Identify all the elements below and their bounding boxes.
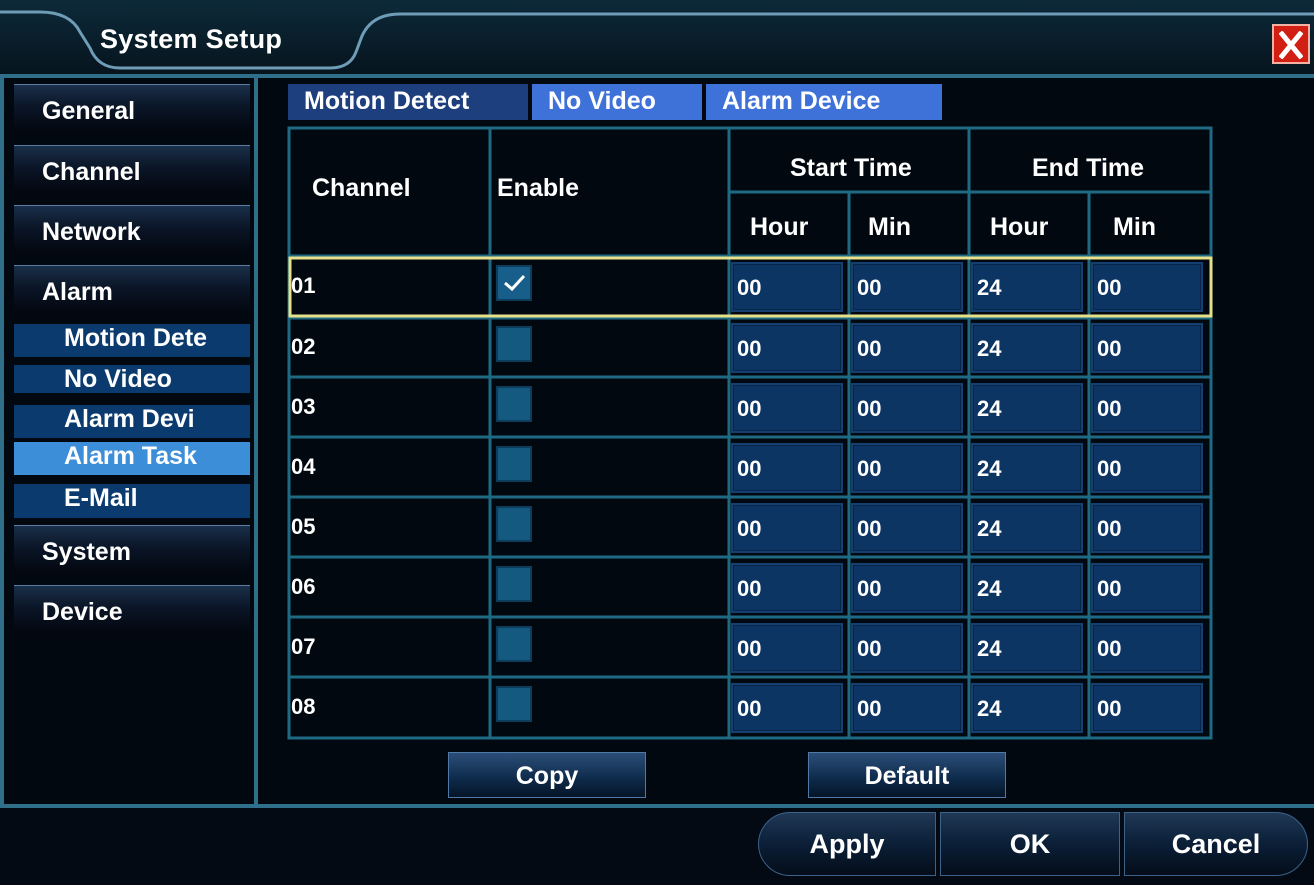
time-input-end-min[interactable]: 00 — [1091, 683, 1203, 733]
cancel-button-label: Cancel — [1171, 829, 1261, 859]
time-input-end-min[interactable]: 00 — [1091, 443, 1203, 493]
time-input-end-min[interactable]: 00 — [1091, 262, 1203, 312]
header-start-time: Start Time — [790, 154, 912, 182]
ok-button-label: OK — [1009, 829, 1051, 859]
row-channel-label: 07 — [291, 634, 316, 659]
time-input-start-hour[interactable]: 00 — [731, 323, 843, 373]
time-input-start-min[interactable]: 00 — [851, 563, 963, 613]
copy-button-label: Copy — [515, 762, 579, 790]
enable-checkbox[interactable] — [496, 386, 532, 422]
row-channel-label: 08 — [291, 694, 316, 719]
checkmark-icon — [504, 274, 526, 292]
default-button[interactable]: Default — [808, 752, 1006, 798]
time-input-start-min[interactable]: 00 — [851, 443, 963, 493]
system-setup-window: System Setup General Channel Network Ala… — [0, 0, 1314, 885]
time-input-start-min[interactable]: 00 — [851, 323, 963, 373]
header-end-time: End Time — [1032, 154, 1145, 182]
enable-checkbox[interactable] — [496, 326, 532, 362]
time-input-start-min[interactable]: 00 — [851, 262, 963, 312]
apply-button[interactable]: Apply — [758, 812, 936, 876]
time-input-end-min[interactable]: 00 — [1091, 563, 1203, 613]
apply-button-label: Apply — [809, 829, 885, 859]
time-input-end-min[interactable]: 00 — [1091, 323, 1203, 373]
header-channel: Channel — [312, 174, 411, 202]
time-input-end-min[interactable]: 00 — [1091, 383, 1203, 433]
time-input-end-hour[interactable]: 24 — [971, 383, 1083, 433]
copy-button[interactable]: Copy — [448, 752, 646, 798]
row-channel-label: 03 — [291, 394, 316, 419]
header-enable: Enable — [497, 174, 579, 202]
time-input-end-hour[interactable]: 24 — [971, 623, 1083, 673]
time-input-end-hour[interactable]: 24 — [971, 323, 1083, 373]
header-end-hour: Hour — [990, 213, 1049, 241]
header-end-min: Min — [1113, 213, 1157, 241]
time-input-start-hour[interactable]: 00 — [731, 262, 843, 312]
default-button-label: Default — [864, 762, 950, 790]
header-start-min: Min — [868, 213, 912, 241]
time-input-start-min[interactable]: 00 — [851, 383, 963, 433]
enable-checkbox[interactable] — [496, 506, 532, 542]
time-input-end-hour[interactable]: 24 — [971, 443, 1083, 493]
time-input-end-min[interactable]: 00 — [1091, 503, 1203, 553]
row-channel-label: 02 — [291, 334, 316, 359]
time-input-end-hour[interactable]: 24 — [971, 262, 1083, 312]
row-channel-label: 04 — [291, 454, 316, 479]
row-channel-label: 01 — [291, 273, 316, 298]
row-channel-label: 06 — [291, 574, 316, 599]
time-input-end-hour[interactable]: 24 — [971, 563, 1083, 613]
enable-checkbox[interactable] — [496, 566, 532, 602]
time-input-end-min[interactable]: 00 — [1091, 623, 1203, 673]
enable-checkbox[interactable] — [496, 446, 532, 482]
time-input-start-hour[interactable]: 00 — [731, 443, 843, 493]
enable-checkbox[interactable] — [496, 265, 532, 301]
time-input-start-hour[interactable]: 00 — [731, 683, 843, 733]
enable-checkbox[interactable] — [496, 686, 532, 722]
cancel-button[interactable]: Cancel — [1124, 812, 1308, 876]
row-channel-label: 05 — [291, 514, 316, 539]
time-input-start-min[interactable]: 00 — [851, 503, 963, 553]
ok-button[interactable]: OK — [940, 812, 1120, 876]
time-input-start-hour[interactable]: 00 — [731, 623, 843, 673]
time-input-start-hour[interactable]: 00 — [731, 383, 843, 433]
time-input-start-min[interactable]: 00 — [851, 623, 963, 673]
time-input-end-hour[interactable]: 24 — [971, 683, 1083, 733]
time-input-start-hour[interactable]: 00 — [731, 563, 843, 613]
header-start-hour: Hour — [750, 213, 809, 241]
time-input-start-hour[interactable]: 00 — [731, 503, 843, 553]
enable-checkbox[interactable] — [496, 626, 532, 662]
time-input-end-hour[interactable]: 24 — [971, 503, 1083, 553]
time-input-start-min[interactable]: 00 — [851, 683, 963, 733]
